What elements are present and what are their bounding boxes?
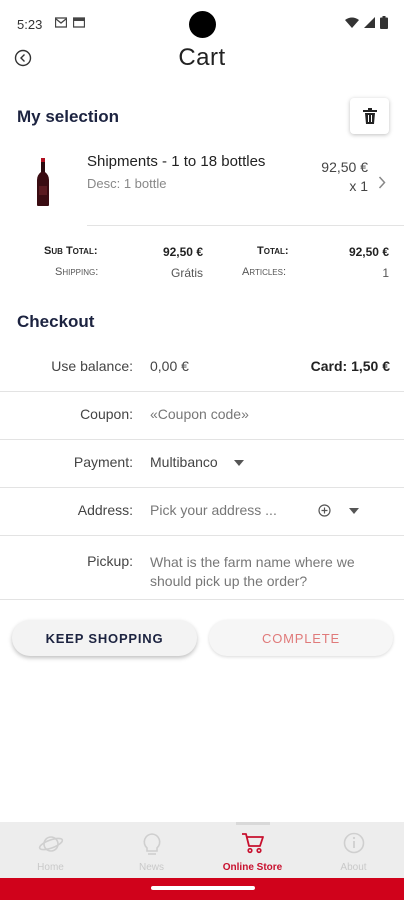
subtotal-value: 92,50 € bbox=[162, 245, 203, 259]
battery-icon bbox=[380, 16, 388, 29]
status-time: 5:23 bbox=[17, 17, 43, 32]
product-desc: Desc: 1 bottle bbox=[87, 176, 167, 191]
header: Cart bbox=[0, 40, 404, 80]
payment-row[interactable]: Payment: Multibanco bbox=[0, 440, 404, 488]
planet-icon bbox=[38, 836, 63, 852]
delete-button[interactable] bbox=[350, 98, 389, 134]
pickup-input[interactable]: What is the farm name where we should pi… bbox=[150, 553, 390, 591]
camera-cutout bbox=[189, 11, 216, 38]
calendar-icon bbox=[73, 17, 85, 28]
active-tab-indicator bbox=[236, 822, 270, 825]
cart-item[interactable]: Shipments - 1 to 18 bottles Desc: 1 bott… bbox=[0, 148, 404, 218]
cart-icon bbox=[241, 833, 264, 854]
system-icons bbox=[345, 16, 388, 29]
total-value: 92,50 € bbox=[348, 245, 389, 259]
nav-label-news: News bbox=[138, 862, 164, 873]
payment-select[interactable]: Multibanco bbox=[150, 454, 218, 470]
nav-item-about[interactable]: About bbox=[303, 822, 404, 878]
bottom-nav: Home News Online Store About bbox=[0, 822, 404, 878]
coupon-input[interactable]: «Coupon code» bbox=[150, 406, 249, 422]
complete-button[interactable]: COMPLETE bbox=[209, 620, 393, 656]
articles-value: 1 bbox=[382, 266, 389, 280]
product-price: 92,50 € bbox=[321, 159, 368, 175]
add-circle-icon[interactable] bbox=[318, 504, 331, 517]
nav-label-online-store: Online Store bbox=[222, 862, 283, 873]
balance-value[interactable]: 0,00 € bbox=[150, 358, 189, 374]
address-label: Address: bbox=[77, 502, 133, 518]
wifi-icon bbox=[345, 17, 359, 28]
checkout-title: Checkout bbox=[17, 312, 95, 331]
nav-item-home[interactable]: Home bbox=[0, 822, 101, 878]
pickup-label: Pickup: bbox=[87, 553, 133, 569]
product-name: Shipments - 1 to 18 bottles bbox=[87, 153, 266, 170]
divider bbox=[87, 225, 404, 226]
nav-item-news[interactable]: News bbox=[101, 822, 202, 878]
articles-label: Articles: bbox=[242, 266, 287, 278]
dropdown-arrow-icon[interactable] bbox=[349, 508, 359, 514]
pickup-row[interactable]: Pickup: What is the farm name where we s… bbox=[0, 536, 404, 600]
shipping-label: Shipping: bbox=[55, 266, 99, 278]
shipping-value: Grátis bbox=[170, 266, 203, 280]
notification-icons bbox=[55, 17, 85, 28]
dropdown-arrow-icon bbox=[234, 460, 244, 466]
trash-icon bbox=[362, 108, 377, 124]
status-bar: 5:23 bbox=[0, 0, 404, 40]
selection-title: My selection bbox=[17, 107, 120, 126]
total-label: Total: bbox=[257, 245, 289, 257]
page-title: Cart bbox=[178, 44, 226, 71]
address-row[interactable]: Address: Pick your address ... bbox=[0, 488, 404, 536]
lightbulb-icon bbox=[142, 833, 161, 855]
balance-row[interactable]: Use balance: 0,00 € Card: 1,50 € bbox=[0, 343, 404, 392]
chevron-right-icon bbox=[378, 176, 386, 189]
nav-label-about: About bbox=[340, 862, 367, 873]
keep-shopping-button[interactable]: KEEP SHOPPING bbox=[12, 620, 197, 656]
home-gesture-handle[interactable] bbox=[151, 886, 255, 890]
balance-label: Use balance: bbox=[51, 358, 133, 374]
coupon-label: Coupon: bbox=[80, 406, 133, 422]
info-icon bbox=[343, 832, 364, 854]
signal-icon bbox=[364, 17, 375, 28]
mail-icon bbox=[55, 17, 67, 28]
coupon-row[interactable]: Coupon: «Coupon code» bbox=[0, 392, 404, 440]
address-select[interactable]: Pick your address ... bbox=[150, 502, 277, 518]
payment-label: Payment: bbox=[73, 454, 133, 470]
card-value: Card: 1,50 € bbox=[310, 358, 390, 374]
product-qty: x 1 bbox=[349, 178, 368, 194]
wine-bottle-image bbox=[37, 158, 49, 206]
nav-item-online-store[interactable]: Online Store bbox=[202, 822, 303, 878]
subtotal-label: Sub Total: bbox=[44, 245, 98, 257]
nav-label-home: Home bbox=[37, 862, 64, 873]
